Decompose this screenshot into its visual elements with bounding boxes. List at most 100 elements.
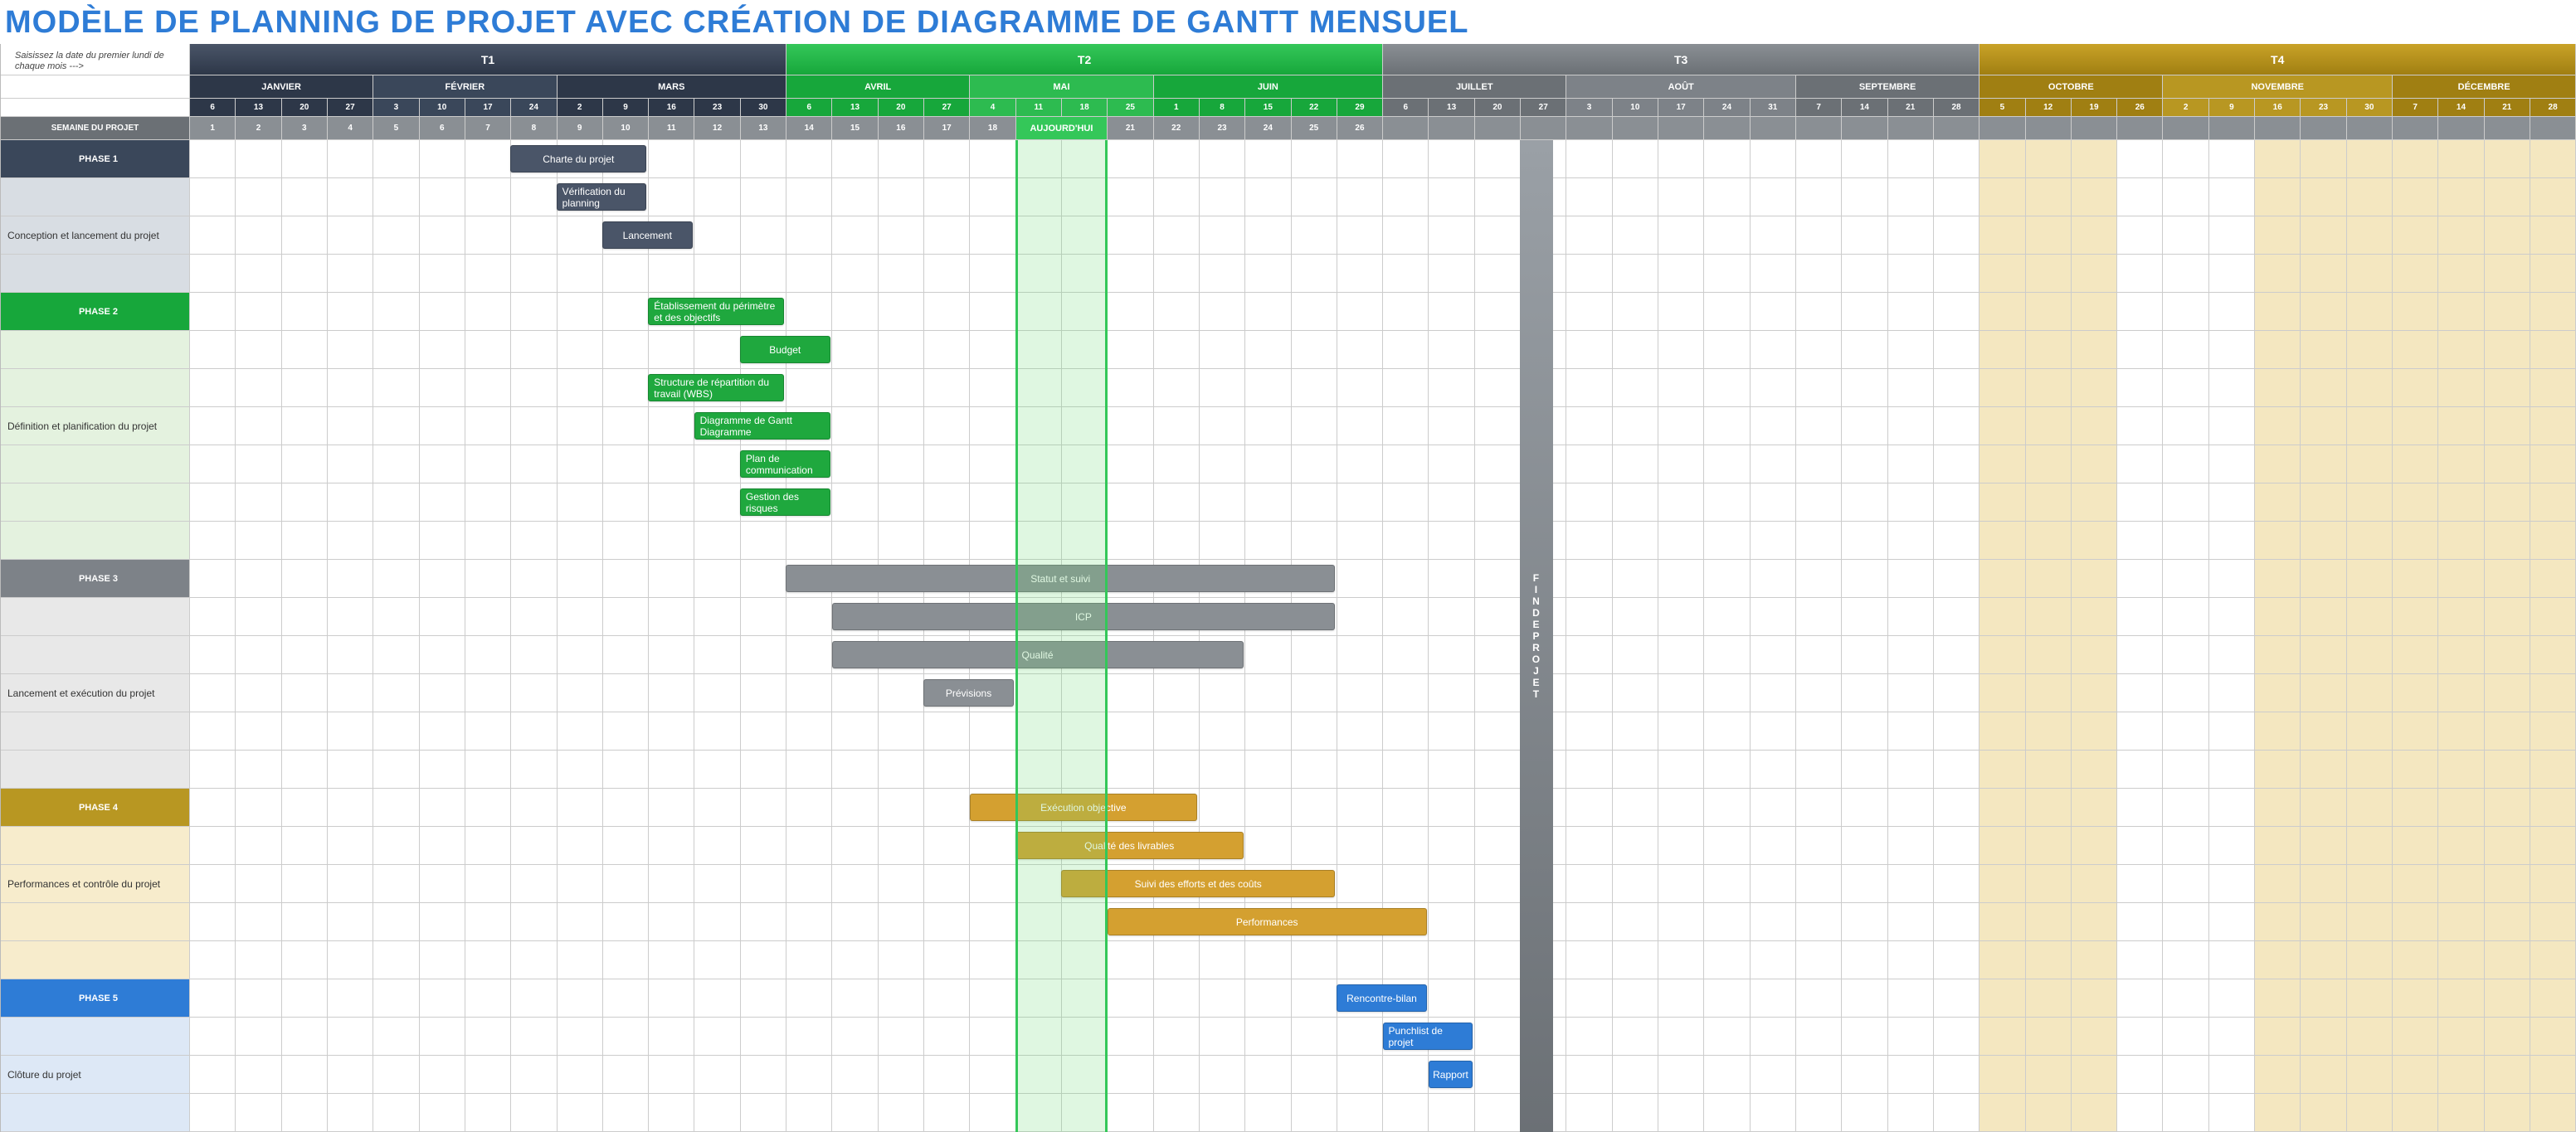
task-bar[interactable]: Suivi des efforts et des coûts <box>1061 870 1335 897</box>
week-blank-30 <box>1521 117 1566 140</box>
month-février: FÉVRIER <box>373 75 557 99</box>
day-col-49: 7 <box>2393 99 2438 117</box>
day-col-52: 28 <box>2530 99 2576 117</box>
today-marker: AUJOURD'HUI <box>1016 117 1108 140</box>
week-num-25: 25 <box>1292 117 1337 140</box>
day-col-39: 28 <box>1934 99 1979 117</box>
day-col-12: 23 <box>694 99 740 117</box>
task-bar[interactable]: Budget <box>740 336 830 363</box>
task-bar[interactable]: Rencontre-bilan <box>1337 984 1427 1012</box>
day-col-6: 10 <box>420 99 465 117</box>
swimlane-1: Conception et lancement du projet <box>1 216 190 255</box>
instructions-label: Saisissez la date du premier lundi de ch… <box>15 51 181 72</box>
day-col-51: 21 <box>2485 99 2530 117</box>
day-col-4: 27 <box>328 99 373 117</box>
swimlane-5: Clôture du projet <box>1 1056 190 1094</box>
quarter-T2: T2 <box>786 44 1383 75</box>
day-col-19: 11 <box>1016 99 1062 117</box>
day-col-36: 7 <box>1796 99 1842 117</box>
week-num-2: 2 <box>236 117 281 140</box>
month-juillet: JUILLET <box>1383 75 1566 99</box>
task-bar[interactable]: Vérification du planning <box>557 183 647 211</box>
swimlane-2 <box>1 445 190 483</box>
day-col-44: 2 <box>2163 99 2208 117</box>
task-bar[interactable]: Qualité <box>832 641 1244 668</box>
month-juin: JUIN <box>1154 75 1384 99</box>
week-row-label: SEMAINE DU PROJET <box>1 117 190 140</box>
week-blank-51 <box>2485 117 2530 140</box>
day-col-18: 4 <box>970 99 1015 117</box>
day-col-41: 12 <box>2026 99 2072 117</box>
day-col-2: 13 <box>236 99 281 117</box>
day-col-3: 20 <box>282 99 328 117</box>
week-blank-42 <box>2072 117 2117 140</box>
week-num-9: 9 <box>558 117 603 140</box>
day-col-33: 17 <box>1658 99 1704 117</box>
day-col-21: 25 <box>1108 99 1153 117</box>
swimlane-2 <box>1 331 190 369</box>
page-title: MODÈLE DE PLANNING DE PROJET AVEC CRÉATI… <box>0 0 2576 44</box>
phase-header-3: PHASE 3 <box>1 560 190 598</box>
swimlane-1 <box>1 255 190 293</box>
task-bar[interactable]: Performances <box>1108 908 1427 935</box>
swimlane-3: Lancement et exécution du projet <box>1 674 190 712</box>
task-bar[interactable]: Qualité des livrables <box>1015 832 1244 859</box>
day-col-29: 20 <box>1475 99 1521 117</box>
month-janvier: JANVIER <box>190 75 373 99</box>
week-blank-33 <box>1658 117 1704 140</box>
task-bar[interactable]: Lancement <box>602 221 693 249</box>
phase-header-2: PHASE 2 <box>1 293 190 331</box>
week-blank-39 <box>1934 117 1979 140</box>
week-blank-45 <box>2209 117 2255 140</box>
day-col-46: 16 <box>2255 99 2301 117</box>
task-bar[interactable]: Prévisions <box>923 679 1014 707</box>
phase-header-4: PHASE 4 <box>1 789 190 827</box>
day-col-16: 20 <box>879 99 924 117</box>
task-bar[interactable]: Charte du projet <box>510 145 646 172</box>
day-col-17: 27 <box>924 99 970 117</box>
swimlane-5 <box>1 1018 190 1056</box>
week-num-7: 7 <box>465 117 511 140</box>
day-col-20: 18 <box>1062 99 1108 117</box>
day-col-26: 29 <box>1337 99 1383 117</box>
task-bar[interactable]: Gestion des risques <box>740 488 830 516</box>
week-blank-41 <box>2026 117 2072 140</box>
swimlane-3 <box>1 712 190 751</box>
task-bar[interactable]: Établissement du périmètre et des object… <box>648 298 784 325</box>
task-bar[interactable]: Diagramme de Gantt Diagramme <box>694 412 830 440</box>
task-bar[interactable]: Plan de communication <box>740 450 830 478</box>
month-row: JANVIERFÉVRIERMARSAVRILMAIJUINJUILLETAOÛ… <box>0 75 2576 99</box>
month-décembre: DÉCEMBRE <box>2393 75 2576 99</box>
week-row: SEMAINE DU PROJET12345678910111213141516… <box>0 117 2576 140</box>
week-num-8: 8 <box>511 117 557 140</box>
gantt-body: PHASE 1Conception et lancement du projet… <box>0 140 2576 1132</box>
week-num-14: 14 <box>786 117 832 140</box>
day-col-1: 6 <box>190 99 236 117</box>
week-blank-32 <box>1613 117 1658 140</box>
swimlane-4 <box>1 941 190 979</box>
task-bar[interactable]: ICP <box>832 603 1336 630</box>
week-num-11: 11 <box>649 117 694 140</box>
day-col-24: 15 <box>1245 99 1291 117</box>
week-blank-28 <box>1429 117 1474 140</box>
week-blank-40 <box>1979 117 2025 140</box>
day-col-7: 17 <box>465 99 511 117</box>
month-août: AOÛT <box>1566 75 1796 99</box>
day-row: 6132027310172429162330613202741118251815… <box>0 99 2576 117</box>
task-bar[interactable]: Punchlist de projet <box>1383 1023 1473 1050</box>
week-num-18: 18 <box>970 117 1015 140</box>
day-col-38: 21 <box>1888 99 1934 117</box>
task-bar[interactable]: Exécution objective <box>970 794 1198 821</box>
task-bar[interactable]: Rapport <box>1429 1061 1473 1088</box>
day-col-5: 3 <box>373 99 419 117</box>
task-bar[interactable]: Statut et suivi <box>786 565 1335 592</box>
week-num-16: 16 <box>879 117 924 140</box>
week-num-3: 3 <box>282 117 328 140</box>
swimlane-5 <box>1 1094 190 1132</box>
day-col-47: 23 <box>2301 99 2346 117</box>
day-col-48: 30 <box>2347 99 2393 117</box>
week-blank-35 <box>1751 117 1796 140</box>
swimlane-2: Définition et planification du projet <box>1 407 190 445</box>
week-num-21: 21 <box>1108 117 1153 140</box>
task-bar[interactable]: Structure de répartition du travail (WBS… <box>648 374 784 401</box>
